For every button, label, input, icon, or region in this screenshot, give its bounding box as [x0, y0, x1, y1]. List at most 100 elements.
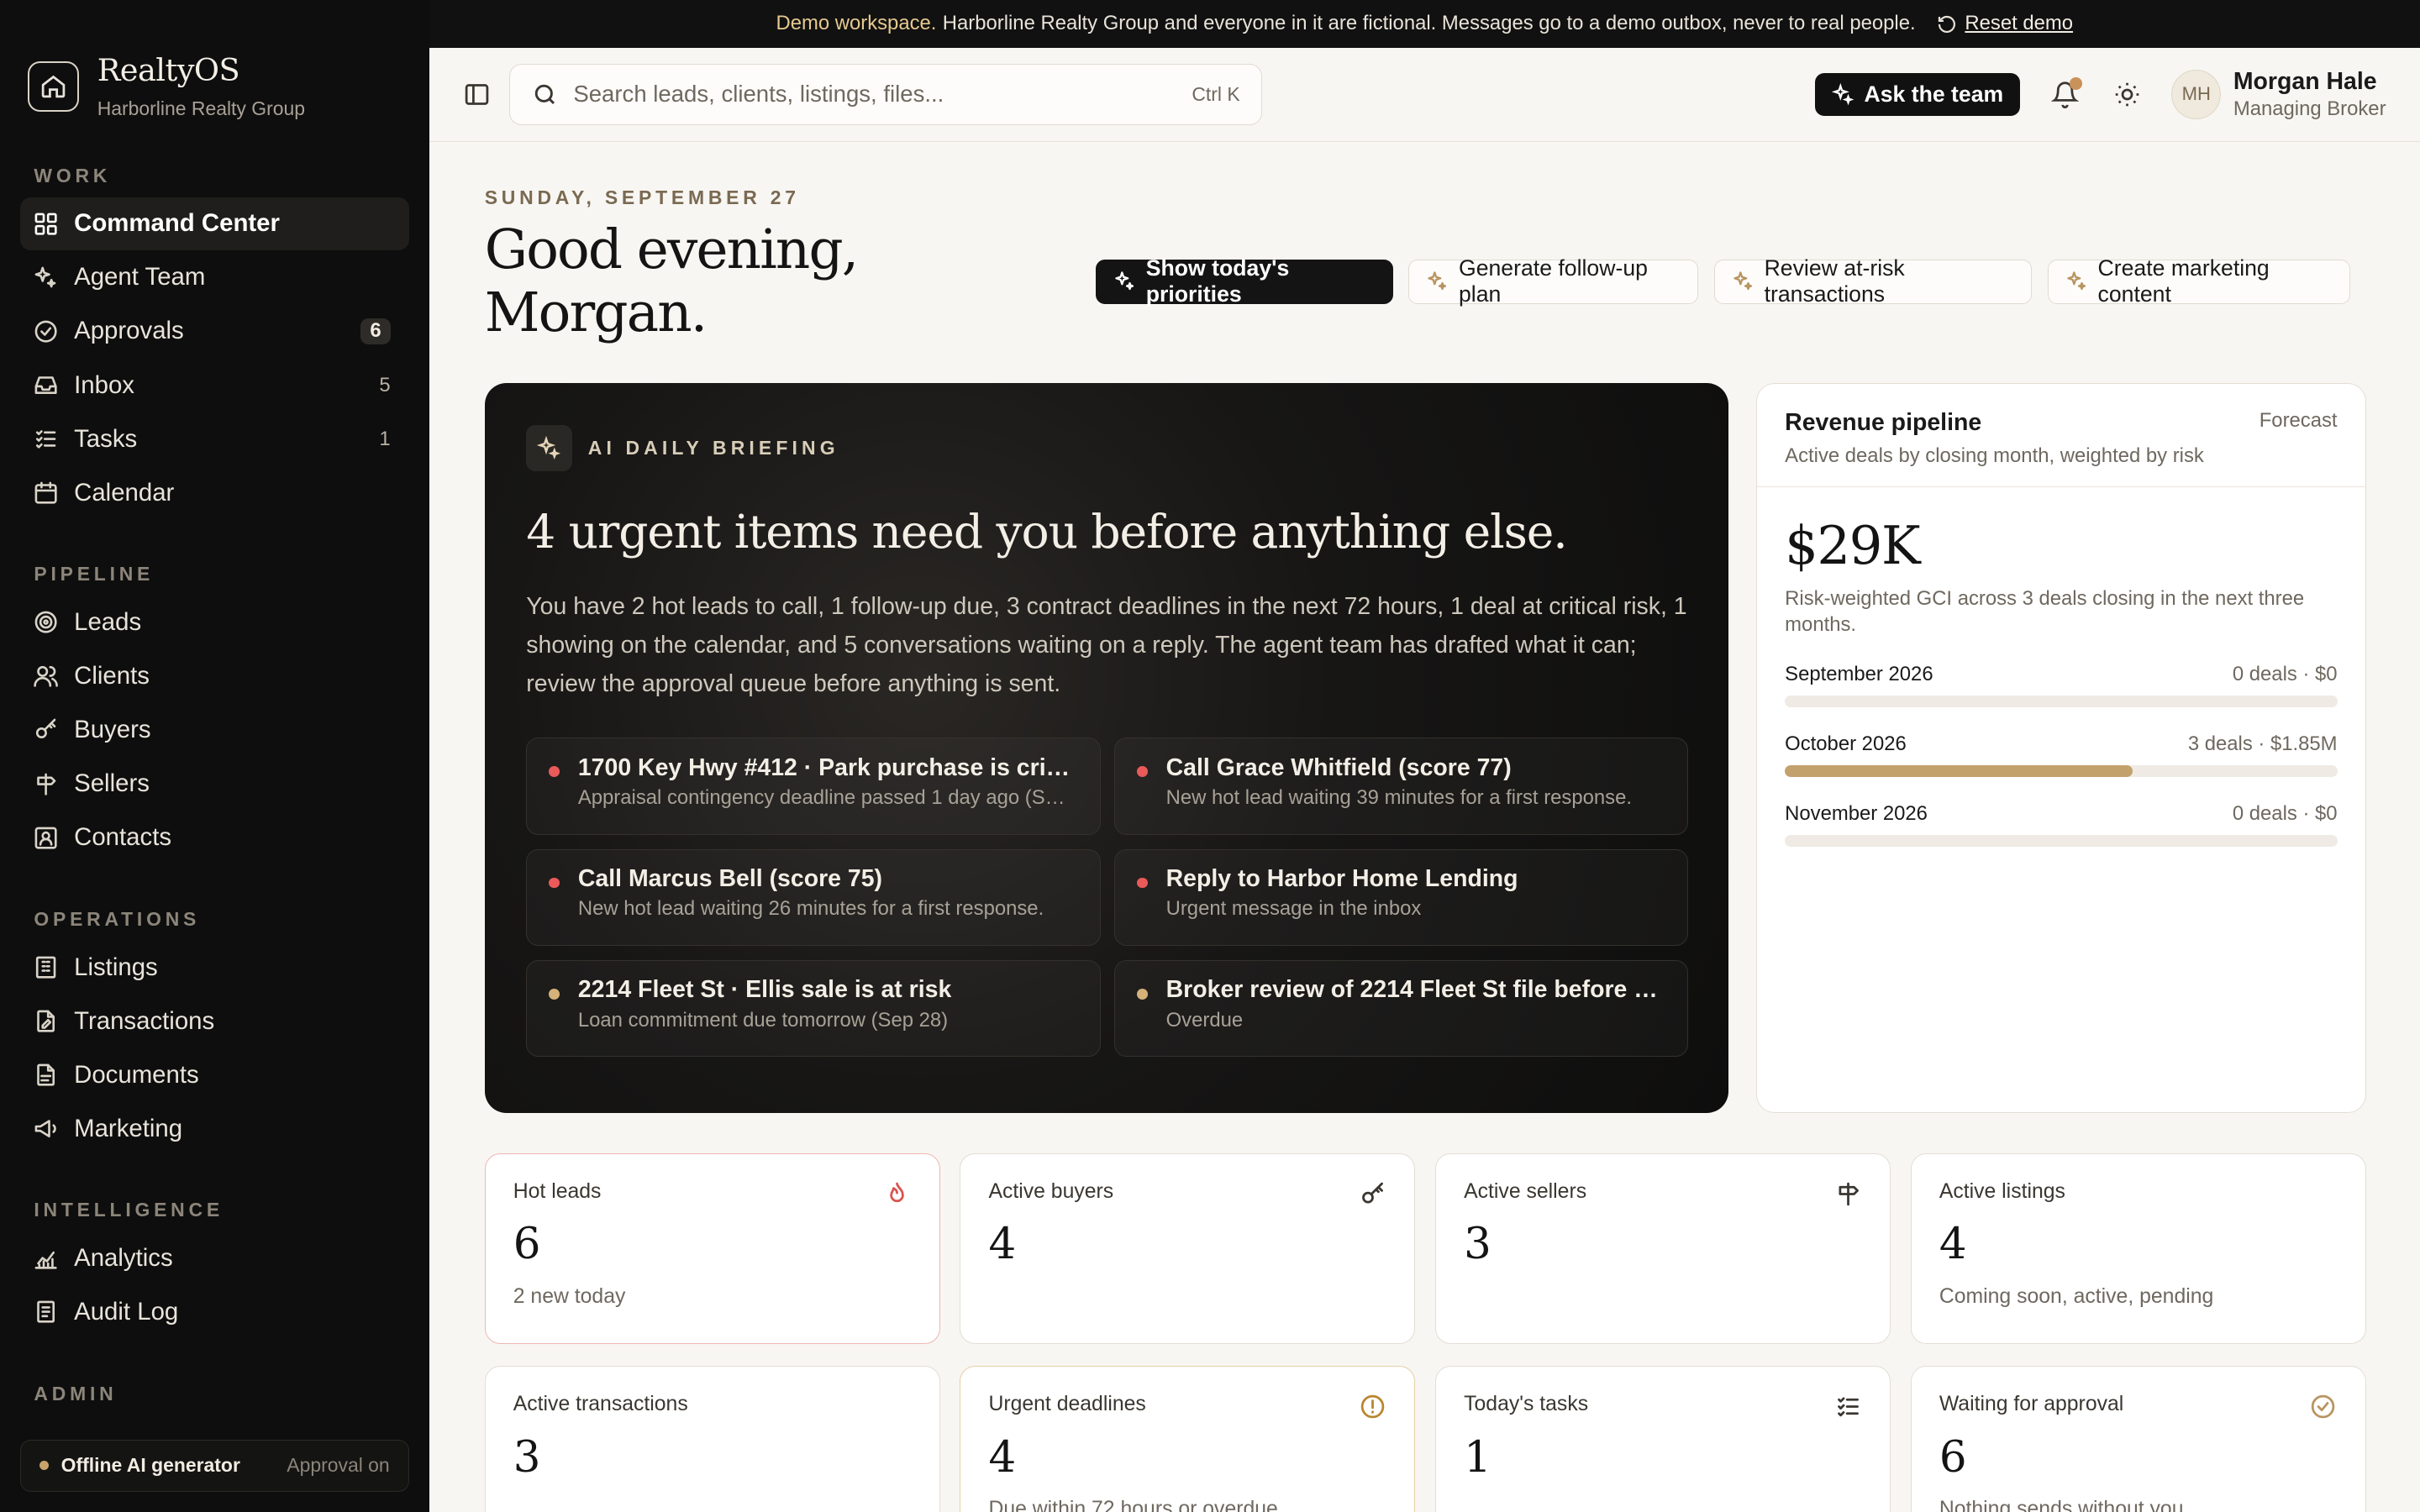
sidebar-item-approvals[interactable]: Approvals 6 [20, 305, 409, 357]
page-title: Good evening, Morgan. [484, 218, 860, 345]
sidebar-item-documents[interactable]: Documents [20, 1048, 409, 1100]
priority-dot [1136, 877, 1148, 889]
sidebar-item-label: Leads [74, 607, 142, 636]
brand[interactable]: RealtyOS Harborline Realty Group [0, 0, 429, 133]
month-name: September 2026 [1785, 662, 1933, 685]
sidebar-item-label: Approvals [74, 317, 184, 345]
sidebar-item-contacts[interactable]: Contacts [20, 811, 409, 864]
briefing-item[interactable]: 1700 Key Hwy #412 · Park purchase is cri… [526, 738, 1101, 835]
stat-sub: Nothing sends without you [1939, 1498, 2184, 1512]
search-placeholder: Search leads, clients, listings, files..… [573, 81, 944, 108]
sidebar-item-leads[interactable]: Leads [20, 596, 409, 648]
sidebar-item-agent-team[interactable]: Agent Team [20, 251, 409, 303]
page-date: SUNDAY, SEPTEMBER 27 [484, 186, 800, 209]
greeting-row: Good evening, Morgan. Show today's prior… [485, 218, 2366, 344]
sidebar-item-calendar[interactable]: Calendar [20, 466, 409, 518]
search-input[interactable]: Search leads, clients, listings, files..… [509, 63, 1263, 126]
sidebar-item-transactions[interactable]: Transactions [20, 995, 409, 1047]
nav-section-admin: ADMIN [34, 1382, 118, 1404]
sidebar-item-label: Documents [74, 1060, 199, 1089]
nav-section-operations: OPERATIONS [34, 907, 201, 930]
quick-action-create-marketing-content-button[interactable]: Create marketing content [2047, 255, 2351, 307]
sidebar-item-label: Contacts [74, 823, 172, 852]
stat-label: Active listings [1939, 1179, 2065, 1203]
user-menu[interactable]: MH Morgan Hale Managing Broker [2171, 68, 2386, 121]
sidebar-item-marketing[interactable]: Marketing [20, 1103, 409, 1155]
ai-daily-briefing: AI DAILY BRIEFING 4 urgent items need yo… [484, 383, 1729, 1113]
sidebar-toggle-icon[interactable] [463, 81, 491, 108]
stat-card-urgent-deadlines[interactable]: Urgent deadlines 4 Due within 72 hours or … [960, 1366, 1416, 1512]
stat-value: 3 [1464, 1219, 1491, 1270]
quick-action-show-today-s-priorities-button[interactable]: Show today's priorities [1096, 255, 1393, 307]
priority-dot [1136, 988, 1148, 1000]
stat-value: 1 [1464, 1431, 1491, 1483]
stat-card-active-sellers[interactable]: Active sellers 3 [1435, 1152, 1891, 1345]
users-icon [33, 663, 60, 690]
briefing-item-title: Call Marcus Bell (score 75) [577, 864, 882, 892]
stat-card-active-buyers[interactable]: Active buyers 4 [960, 1152, 1416, 1345]
alert-icon [1359, 1393, 1386, 1420]
signpost-icon [33, 770, 60, 798]
briefing-item[interactable]: Broker review of 2214 Fleet St file befo… [1114, 959, 1689, 1058]
building-icon [33, 953, 60, 981]
offline-ai-status[interactable]: Offline AI generator Approval on [19, 1439, 409, 1493]
briefing-items: 1700 Key Hwy #412 · Park purchase is cri… [526, 738, 1689, 1058]
stat-card-today-s-tasks[interactable]: Today's tasks 1 [1435, 1366, 1891, 1512]
sparkle-icon [1831, 82, 1854, 105]
theme-toggle-icon[interactable] [2110, 77, 2144, 111]
sidebar-item-command-center[interactable]: Command Center [19, 197, 409, 250]
sidebar-item-tasks[interactable]: Tasks 1 [20, 412, 409, 465]
quick-action-review-at-risk-transactions-button[interactable]: Review at-risk transactions [1713, 255, 2033, 307]
briefing-item-title: Broker review of 2214 Fleet St file befo… [1165, 976, 1660, 1004]
sidebar-item-listings[interactable]: Listings [20, 941, 409, 993]
sidebar-item-label: Calendar [74, 478, 175, 507]
nav-section-work: WORK [34, 164, 112, 186]
month-progress-fill [1785, 764, 2133, 778]
revenue-pipeline-card: Revenue pipeline Active deals by closing… [1756, 383, 2366, 1113]
stat-card-waiting-for-approval[interactable]: Waiting for approval 6 Nothing sends witho… [1910, 1366, 2366, 1512]
quick-action-generate-follow-up-plan-button[interactable]: Generate follow-up plan [1408, 255, 1699, 307]
month-progress-bar [1785, 834, 2338, 848]
sidebar-item-clients[interactable]: Clients [20, 650, 409, 702]
sidebar-item-buyers[interactable]: Buyers [20, 704, 409, 756]
sparkle-icon [2065, 270, 2098, 293]
content: SUNDAY, SEPTEMBER 27 Good evening, Morga… [429, 186, 2420, 1512]
sidebar-item-label: Transactions [74, 1006, 215, 1035]
forecast-link[interactable]: Forecast [2260, 409, 2338, 468]
stat-card-active-transactions[interactable]: Active transactions 3 [484, 1366, 940, 1512]
stat-card-active-listings[interactable]: Active listings 4 Coming soon, active, pen… [1910, 1152, 2366, 1345]
stat-label: Active transactions [513, 1393, 688, 1416]
briefing-item[interactable]: Reply to Harbor Home Lending Urgent messa… [1114, 848, 1689, 947]
sidebar-item-count: 6 [360, 318, 391, 345]
briefing-item[interactable]: 2214 Fleet St · Ellis sale is at risk Loa… [526, 959, 1101, 1058]
briefing-item[interactable]: Call Marcus Bell (score 75) New hot lead … [526, 848, 1101, 947]
status-dot [39, 1461, 49, 1471]
sidebar-item-analytics[interactable]: Analytics [20, 1232, 409, 1284]
priority-dot [1136, 766, 1148, 778]
briefing-header: AI DAILY BRIEFING [526, 424, 1686, 471]
sidebar-item-audit-log[interactable]: Audit Log [20, 1286, 409, 1338]
stat-label: Hot leads [513, 1179, 602, 1203]
briefing-item[interactable]: Call Grace Whitfield (score 77) New hot l… [1114, 738, 1689, 835]
list-check-icon [33, 425, 60, 453]
sidebar-item-sellers[interactable]: Sellers [20, 758, 409, 810]
search-icon [534, 84, 555, 104]
stat-value: 6 [513, 1219, 541, 1270]
sidebar-item-inbox[interactable]: Inbox 5 [20, 359, 409, 411]
briefing-item-title: Call Grace Whitfield (score 77) [1165, 753, 1512, 781]
bell-icon[interactable] [2048, 77, 2082, 111]
month-summary: 3 deals · $1.85M [2187, 732, 2338, 755]
quick-action-label: Generate follow-up plan [1458, 255, 1648, 307]
ask-team-button[interactable]: Ask the team [1814, 72, 2021, 117]
user-role: Managing Broker [2233, 97, 2386, 120]
stat-card-hot-leads[interactable]: Hot leads 6 2 new today [484, 1152, 940, 1345]
pipeline-title: Revenue pipeline [1785, 408, 1982, 436]
flame-icon [883, 1180, 911, 1208]
reset-demo-link[interactable]: Reset demo [1937, 12, 2073, 35]
sidebar-item-count: 1 [379, 427, 391, 450]
month-name: October 2026 [1785, 732, 1907, 755]
user-name: Morgan Hale [2233, 68, 2377, 96]
sidebar-item-label: Sellers [74, 769, 150, 798]
target-icon [33, 608, 60, 636]
pipeline-subtitle: Active deals by closing month, weighted … [1785, 444, 2204, 467]
